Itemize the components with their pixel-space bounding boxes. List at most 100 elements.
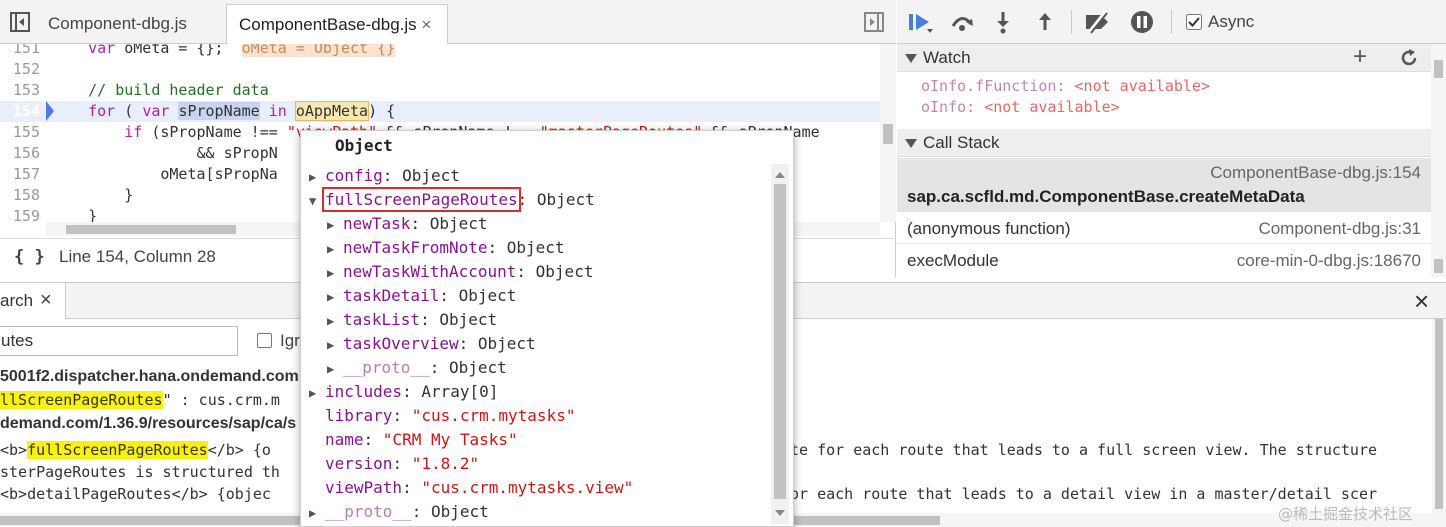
watch-item[interactable]: oInfo: <not available> <box>921 97 1120 117</box>
expand-arrow-icon[interactable]: ▶ <box>327 357 343 381</box>
tab-label: arch <box>0 291 34 310</box>
line-number[interactable]: 155 <box>0 122 46 143</box>
line-content: oMeta[sPropNa <box>52 164 277 185</box>
step-out-icon[interactable] <box>1035 10 1055 34</box>
object-preview-popover: Object ▶ config: Object ▼ fullScreenPageRou… <box>300 130 794 527</box>
watermark: @稀土掘金技术社区 <box>1278 505 1414 523</box>
result-line[interactable]: llScreenPageRoutes" : cus.crm.m <box>0 389 280 411</box>
result-file[interactable]: 5001f2.dispatcher.hana.ondemand.com <box>0 366 299 388</box>
property-row[interactable]: ▶ newTask: Object <box>327 212 488 237</box>
resume-icon[interactable] <box>907 11 935 35</box>
ignore-case-checkbox[interactable] <box>257 333 272 348</box>
property-row[interactable]: ▶ config: Object <box>309 164 460 189</box>
property-value: "CRM My Tasks" <box>382 430 518 449</box>
line-content: } <box>52 206 97 222</box>
add-watch-icon[interactable]: + <box>1353 43 1367 71</box>
property-key: __proto__ <box>343 358 430 377</box>
result-line[interactable]: <b>detailPageRoutes</b> {objec <box>0 483 271 505</box>
property-row[interactable]: ▶ newTaskWithAccount: Object <box>327 260 593 285</box>
pretty-print-button[interactable]: { } <box>14 247 45 267</box>
line-number[interactable]: 151 <box>0 44 46 59</box>
close-drawer-icon[interactable]: × <box>1414 286 1429 317</box>
code-line[interactable]: 151 var oMeta = {}; oMeta = Object {} <box>0 44 880 59</box>
line-number[interactable]: 159 <box>0 206 46 222</box>
callstack-frame-selected[interactable]: ComponentBase-dbg.js:154 sap.ca.scfld.md… <box>897 158 1437 212</box>
property-key: newTask <box>343 214 411 233</box>
close-icon[interactable]: × <box>40 289 52 312</box>
property-row[interactable]: ▶ newTaskFromNote: Object <box>327 236 565 261</box>
callstack-header[interactable]: Call Stack <box>897 129 1437 157</box>
property-row[interactable]: ▶ __proto__: Object <box>309 500 489 525</box>
property-value: Object <box>458 286 517 305</box>
close-icon[interactable]: × <box>421 15 431 34</box>
expand-arrow-icon[interactable]: ▶ <box>327 309 343 333</box>
property-value: Object <box>536 190 595 209</box>
collapse-arrow-icon[interactable]: ▼ <box>309 189 325 213</box>
frame-function: execModule <box>907 251 999 270</box>
results-scrollbar[interactable] <box>1432 319 1446 513</box>
property-row[interactable]: ▼ fullScreenPageRoutes: Object <box>309 187 595 213</box>
async-checkbox[interactable] <box>1186 14 1202 30</box>
expand-arrow-icon[interactable]: ▶ <box>327 333 343 357</box>
expand-arrow-icon[interactable]: ▶ <box>327 213 343 237</box>
line-number[interactable]: 158 <box>0 185 46 206</box>
refresh-icon[interactable] <box>1399 48 1419 68</box>
expand-arrow-icon[interactable]: ▶ <box>327 261 343 285</box>
vertical-scrollbar[interactable] <box>880 44 896 222</box>
line-number[interactable]: 157 <box>0 164 46 185</box>
code-token: oMeta = Object {} <box>241 44 396 57</box>
deactivate-breakpoints-icon[interactable] <box>1083 10 1113 34</box>
editor-tab-bar: Component-dbg.js ComponentBase-dbg.js × <box>0 0 896 44</box>
line-number[interactable]: 154 <box>0 101 46 122</box>
watch-header[interactable]: Watch + <box>897 43 1437 72</box>
pause-on-exceptions-icon[interactable] <box>1129 9 1155 35</box>
callstack-frame[interactable]: execModule core-min-0-dbg.js:18670 <box>897 245 1437 276</box>
toggle-debugger-icon[interactable] <box>864 12 884 32</box>
property-row[interactable]: ▶ taskOverview: Object <box>327 332 536 357</box>
step-over-icon[interactable] <box>949 10 975 34</box>
expand-arrow-icon[interactable]: ▶ <box>327 237 343 261</box>
code-token: in <box>268 102 287 120</box>
property-value: "cus.crm.mytasks.view" <box>421 478 634 497</box>
result-file[interactable]: demand.com/1.36.9/resources/sap/ca/s <box>0 413 296 435</box>
property-value: Object <box>448 358 507 377</box>
callstack-frame[interactable]: (anonymous function) Component-dbg.js:31 <box>897 213 1437 244</box>
sidebar-scrollbar[interactable] <box>1431 44 1446 277</box>
line-number[interactable]: 153 <box>0 80 46 101</box>
expand-arrow-icon[interactable]: ▶ <box>309 501 325 525</box>
property-row[interactable]: ▶ __proto__: Object <box>327 356 507 381</box>
property-separator: : <box>363 430 383 449</box>
result-line-tail: or each route that leads to a detail vie… <box>790 485 1377 503</box>
expand-arrow-icon[interactable]: ▶ <box>309 165 325 189</box>
property-row[interactable]: library: "cus.crm.mytasks" <box>309 404 575 428</box>
code-line[interactable]: 154 for ( var sPropName in oAppMeta) { <box>0 101 880 122</box>
popover-scrollbar[interactable] <box>771 164 789 524</box>
expand-arrow-icon[interactable]: ▶ <box>309 381 325 405</box>
tab-component-dbg[interactable]: Component-dbg.js <box>36 4 199 44</box>
watch-item[interactable]: oInfo.fFunction: <not available> <box>921 76 1210 96</box>
property-row[interactable]: ▶ taskList: Object <box>327 308 497 333</box>
property-row[interactable]: name: "CRM My Tasks" <box>309 428 518 452</box>
line-number[interactable]: 152 <box>0 59 46 80</box>
code-line[interactable]: 153 // build header data <box>0 80 880 101</box>
code-token: oAppMeta <box>294 101 370 121</box>
property-value: Object <box>535 262 594 281</box>
property-row[interactable]: version: "1.8.2" <box>309 452 479 476</box>
property-row[interactable]: ▶ taskDetail: Object <box>327 284 516 309</box>
toggle-navigator-icon[interactable] <box>10 12 30 32</box>
property-row[interactable]: viewPath: "cus.crm.mytasks.view" <box>309 476 633 500</box>
code-line[interactable]: 152 <box>0 59 880 80</box>
property-separator: : <box>382 166 403 185</box>
result-line[interactable]: sterPageRoutes is structured th <box>0 461 280 483</box>
tab-componentbase-dbg[interactable]: ComponentBase-dbg.js × <box>226 4 448 44</box>
tab-search[interactable]: arch × <box>0 283 66 319</box>
step-into-icon[interactable] <box>993 10 1013 34</box>
expand-arrow-icon[interactable]: ▶ <box>327 285 343 309</box>
property-row[interactable]: ▶ includes: Array[0] <box>309 380 498 405</box>
result-line[interactable]: <b>fullScreenPageRoutes</b> {o <box>0 439 271 461</box>
search-input[interactable]: utes <box>0 326 238 356</box>
line-number[interactable]: 156 <box>0 143 46 164</box>
chevron-down-icon <box>905 139 917 148</box>
